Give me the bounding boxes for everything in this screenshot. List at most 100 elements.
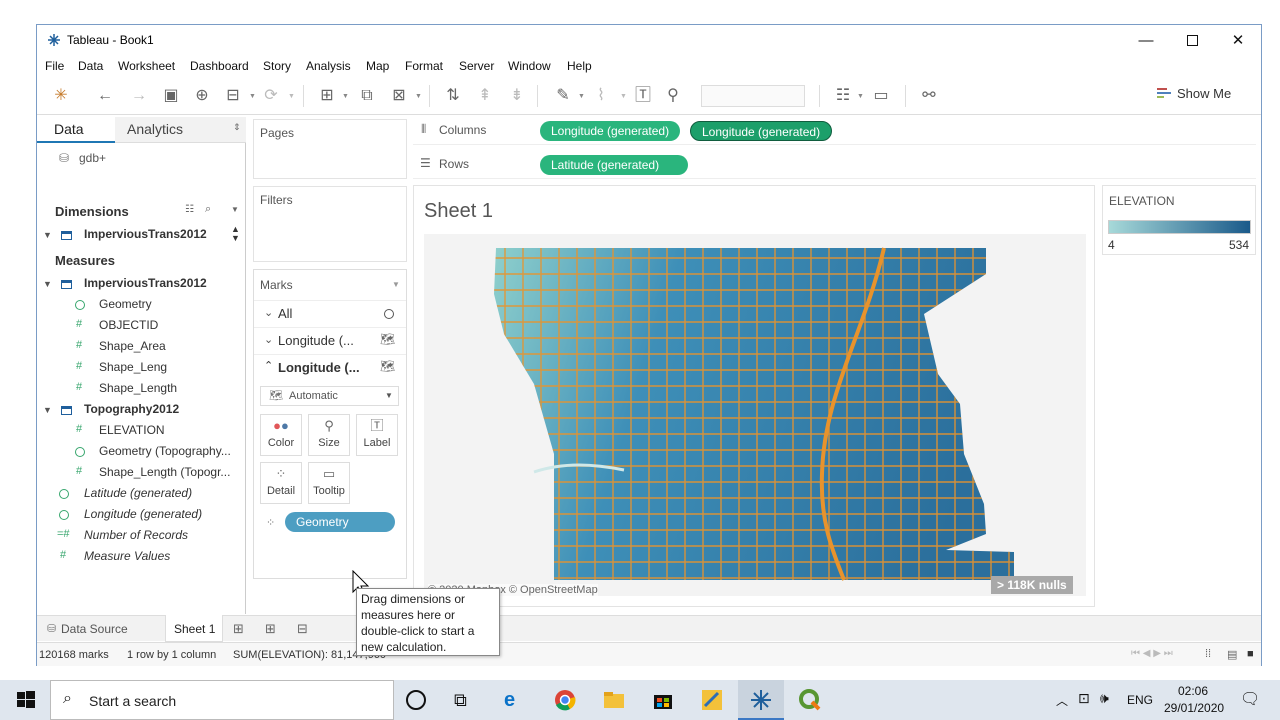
undo-icon[interactable]: ← xyxy=(95,86,115,106)
chevron-down-icon[interactable]: ▼ xyxy=(857,93,864,100)
pause-updates-icon[interactable]: ⊟ xyxy=(223,86,243,106)
field-item[interactable]: Latitude (generated) xyxy=(84,486,192,500)
geometry-pill[interactable]: Geometry xyxy=(285,512,395,532)
chevron-down-icon[interactable]: ▼ xyxy=(249,93,256,100)
menu-window[interactable]: Window xyxy=(508,59,551,73)
field-item[interactable]: Shape_Area xyxy=(99,339,166,353)
columns-pill-2[interactable]: Longitude (generated) xyxy=(690,121,833,141)
menu-server[interactable]: Server xyxy=(459,59,494,73)
network-icon[interactable]: ⊡ xyxy=(1078,690,1090,707)
color-button[interactable]: ●● Color xyxy=(260,414,302,456)
new-datasource-icon[interactable]: ⊕ xyxy=(192,86,212,106)
task-view-icon[interactable]: ⧉ xyxy=(454,688,478,712)
clear-sheet-icon[interactable]: ⊠ xyxy=(389,86,409,106)
field-item[interactable]: Measure Values xyxy=(84,549,170,563)
taskbar-search[interactable]: ⌕ Start a search xyxy=(50,680,394,720)
chevron-down-icon[interactable]: ▼ xyxy=(620,93,627,100)
highlight-icon[interactable]: ✎ xyxy=(553,86,573,106)
windows-start-icon[interactable] xyxy=(14,688,38,712)
fit-combo[interactable] xyxy=(701,85,805,107)
tab-data[interactable]: Data xyxy=(37,117,115,143)
chevron-down-icon[interactable]: ▼ xyxy=(288,93,295,100)
columns-pill-1[interactable]: Longitude (generated) xyxy=(540,121,681,141)
label-button[interactable]: 🅃 Label xyxy=(356,414,398,456)
chevron-down-icon[interactable]: ▼ xyxy=(578,93,585,100)
show-filmstrip-icon[interactable]: ⁞⁞ xyxy=(1205,648,1211,660)
filters-card[interactable]: Filters xyxy=(253,186,407,262)
swap-icon[interactable]: ⇅ xyxy=(443,86,463,106)
field-item[interactable]: Number of Records xyxy=(84,528,188,542)
show-tabs-icon[interactable]: ■ xyxy=(1247,648,1254,660)
mark-type-dropdown[interactable]: 🗺 Automatic ▼ xyxy=(260,386,399,406)
redo-icon[interactable]: → xyxy=(129,86,149,106)
share-icon[interactable]: ⚯ xyxy=(919,86,939,106)
chevron-down-icon[interactable]: ▼ xyxy=(342,93,349,100)
volume-icon[interactable]: 🕪 xyxy=(1100,690,1109,707)
collapse-icon[interactable]: ▼ xyxy=(43,230,52,240)
field-item[interactable]: Shape_Length xyxy=(99,381,177,395)
sheet-nav-icons[interactable]: ⏮ ◀ ▶ ⏭ xyxy=(1131,648,1173,659)
elevation-legend[interactable]: ELEVATION 4 534 xyxy=(1102,185,1256,255)
clock-date[interactable]: 29/01/2020 xyxy=(1164,701,1224,715)
chevron-down-icon[interactable]: ▼ xyxy=(231,205,239,214)
minimize-button[interactable]: — xyxy=(1123,25,1169,55)
notification-icon[interactable]: 🗨 xyxy=(1240,689,1260,709)
group-icon[interactable]: ⌇ xyxy=(591,86,611,106)
data-source-tab[interactable]: ⛁ Data Source xyxy=(37,616,165,642)
size-button[interactable]: ⚲ Size xyxy=(308,414,350,456)
tab-analytics[interactable]: Analytics ⇕ xyxy=(115,117,246,143)
menu-map[interactable]: Map xyxy=(366,59,389,73)
tooltip-button[interactable]: ▭ Tooltip xyxy=(308,462,350,504)
show-sheet-sorter-icon[interactable]: ▤ xyxy=(1227,648,1237,661)
new-worksheet-icon[interactable]: ⊞ xyxy=(317,86,337,106)
rows-shelf[interactable]: ☰ Rows Latitude (generated) xyxy=(413,151,1256,179)
menu-data[interactable]: Data xyxy=(78,59,103,73)
view-list-icon[interactable]: ☷ xyxy=(185,204,194,215)
marks-all-row[interactable]: ⌄ All xyxy=(254,300,406,326)
show-labels-icon[interactable]: 🅃 xyxy=(633,86,653,106)
clock-time[interactable]: 02:06 xyxy=(1178,684,1208,698)
show-me-button[interactable]: Show Me xyxy=(1157,86,1231,101)
duplicate-sheet-icon[interactable]: ⧉ xyxy=(357,86,377,106)
refresh-icon[interactable]: ⟳ xyxy=(261,86,281,106)
sort-descending-icon[interactable]: ⇟ xyxy=(507,86,527,106)
sheet-title[interactable]: Sheet 1 xyxy=(424,200,493,223)
language-indicator[interactable]: ENG xyxy=(1127,693,1153,707)
chevron-down-icon[interactable]: ▼ xyxy=(415,93,422,100)
marks-layer-2[interactable]: ⌃ Longitude (... 🗺 xyxy=(254,354,406,380)
close-button[interactable]: ✕ xyxy=(1215,25,1261,55)
collapse-icon[interactable]: ▼ xyxy=(43,405,52,415)
map-view[interactable] xyxy=(424,234,1086,596)
tableau-taskbar-button[interactable] xyxy=(738,680,784,720)
measure-table-name[interactable]: ImperviousTrans2012 xyxy=(84,276,207,290)
field-item[interactable]: Geometry (Topography... xyxy=(99,444,231,458)
menu-analysis[interactable]: Analysis xyxy=(306,59,351,73)
chevron-up-icon[interactable]: ︿ xyxy=(1056,692,1068,709)
chevron-down-icon[interactable]: ▼ xyxy=(392,280,400,289)
maximize-button[interactable] xyxy=(1169,25,1215,55)
save-icon[interactable]: ▣ xyxy=(161,86,181,106)
field-item[interactable]: OBJECTID xyxy=(99,318,158,332)
sort-ascending-icon[interactable]: ⇞ xyxy=(475,86,495,106)
file-explorer-icon[interactable] xyxy=(602,688,626,712)
scroll-updown-icon[interactable]: ▲ ▼ xyxy=(231,225,240,243)
rows-pill-1[interactable]: Latitude (generated) xyxy=(540,155,688,175)
search-icon[interactable]: ⌕ xyxy=(205,203,211,216)
new-story-icon[interactable]: ⊟ xyxy=(297,621,308,637)
collapse-icon[interactable]: ▼ xyxy=(43,279,52,289)
field-item[interactable]: ELEVATION xyxy=(99,423,165,437)
field-item[interactable]: Longitude (generated) xyxy=(84,507,202,521)
tableau-start-icon[interactable]: ✳ xyxy=(51,86,71,106)
nulls-indicator[interactable]: > 118K nulls xyxy=(991,576,1073,594)
menu-file[interactable]: File xyxy=(45,59,64,73)
columns-shelf[interactable]: ⦀ Columns Longitude (generated) Longitud… xyxy=(413,117,1256,145)
cortana-icon[interactable] xyxy=(406,690,426,710)
field-item[interactable]: Geometry xyxy=(99,297,152,311)
field-item[interactable]: Shape_Leng xyxy=(99,360,167,374)
field-item[interactable]: Shape_Length (Topogr... xyxy=(99,465,230,479)
menu-format[interactable]: Format xyxy=(405,59,443,73)
presentation-icon[interactable]: ▭ xyxy=(871,86,891,106)
edge-icon[interactable]: e xyxy=(504,688,528,712)
store-icon[interactable] xyxy=(651,688,675,712)
qgis-icon[interactable] xyxy=(798,688,822,712)
